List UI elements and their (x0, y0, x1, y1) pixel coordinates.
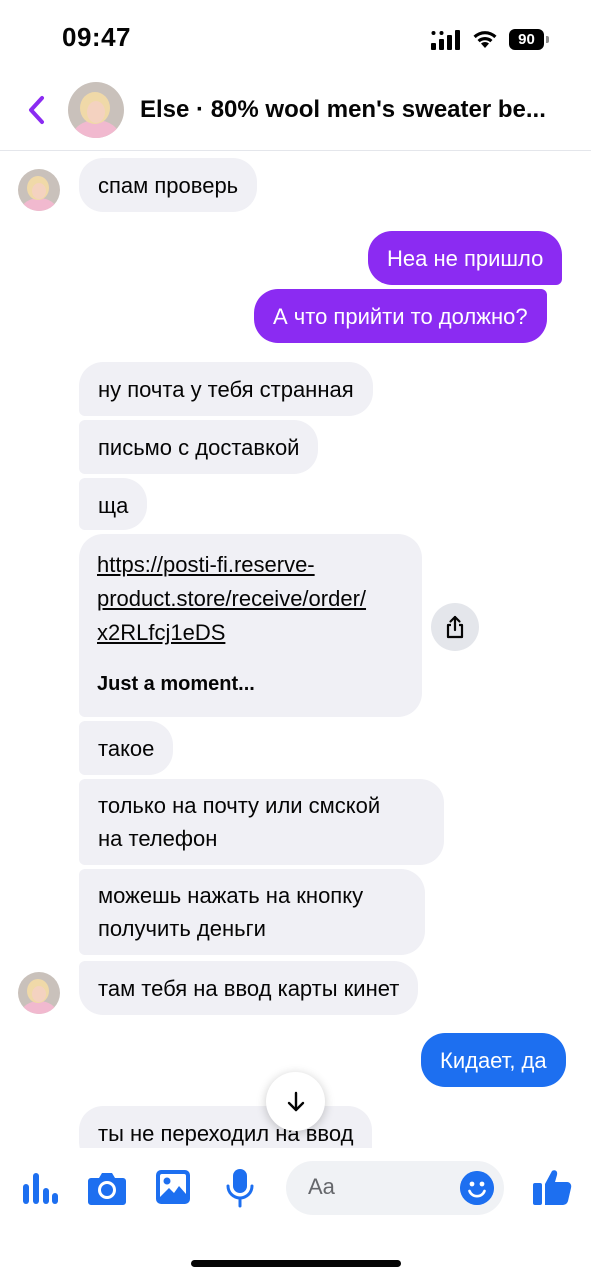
message-line: на телефон (98, 826, 218, 851)
image-icon[interactable] (155, 1169, 191, 1205)
outgoing-message[interactable]: А что прийти то должно? (254, 289, 547, 343)
outgoing-message[interactable]: Неа не пришло (368, 231, 563, 285)
message-link[interactable]: x2RLfcj1eDS (97, 616, 404, 650)
back-chevron-icon[interactable] (24, 94, 50, 126)
arrow-down-icon (287, 1091, 304, 1111)
home-indicator (191, 1260, 401, 1267)
emoji-icon[interactable] (460, 1171, 494, 1205)
header-divider (0, 150, 591, 151)
thumbs-up-icon[interactable] (532, 1167, 572, 1207)
incoming-message[interactable]: там тебя на ввод карты кинет (79, 961, 419, 1015)
message-link[interactable]: product.store/receive/order/ (97, 582, 404, 616)
outgoing-message[interactable]: Кидает, да (421, 1033, 566, 1087)
scroll-to-bottom-button[interactable] (266, 1072, 325, 1131)
incoming-message[interactable]: только на почту или смской на телефон (79, 779, 444, 865)
link-preview-message[interactable]: https://posti-fi.reserve- product.store/… (79, 534, 422, 717)
message-line: получить деньги (98, 916, 266, 941)
share-button[interactable] (431, 603, 479, 651)
incoming-message[interactable]: письмо с доставкой (79, 420, 319, 474)
audio-waveform-icon[interactable] (22, 1170, 58, 1206)
share-icon (446, 615, 464, 639)
incoming-message[interactable]: такое (79, 721, 174, 775)
sender-avatar (18, 169, 60, 211)
microphone-icon[interactable] (226, 1168, 254, 1208)
message-line: можешь нажать на кнопку (98, 883, 364, 908)
incoming-message[interactable]: спам проверь (79, 158, 258, 212)
cellular-signal-icon (431, 30, 460, 50)
camera-icon[interactable] (87, 1170, 127, 1206)
battery-icon: 90 (509, 29, 549, 50)
battery-level: 90 (509, 29, 544, 50)
wifi-icon (473, 31, 497, 48)
message-input-placeholder: Aa (308, 1174, 335, 1199)
status-time: 09:47 (62, 22, 131, 52)
link-preview-title: Just a moment... (97, 673, 255, 695)
message-link[interactable]: https://posti-fi.reserve- (97, 548, 404, 582)
incoming-message[interactable]: ща (79, 478, 148, 530)
incoming-message[interactable]: можешь нажать на кнопку получить деньги (79, 869, 425, 955)
sender-avatar (18, 972, 60, 1014)
chat-title[interactable]: Else · 80% wool men's sweater be... (140, 96, 570, 124)
message-line: только на почту или смской (98, 793, 381, 818)
incoming-message[interactable]: ну почта у тебя странная (79, 362, 373, 416)
contact-avatar[interactable] (68, 82, 124, 138)
message-input[interactable]: Aa (286, 1161, 504, 1215)
